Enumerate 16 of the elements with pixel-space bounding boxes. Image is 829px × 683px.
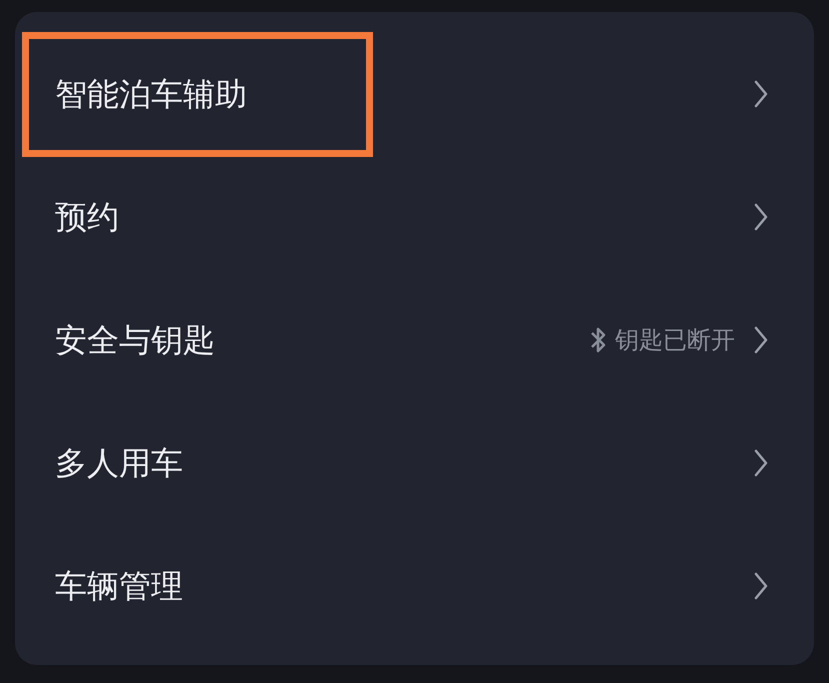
- menu-item[interactable]: 多人用车: [15, 401, 814, 524]
- menu-item[interactable]: 车辆管理: [15, 524, 814, 647]
- menu-item[interactable]: 安全与钥匙 钥匙已断开: [15, 278, 814, 401]
- menu-label: 车辆管理: [55, 566, 183, 606]
- chevron-right-icon: [753, 202, 769, 232]
- menu-label: 安全与钥匙: [55, 320, 215, 360]
- menu-label: 智能泊车辅助: [55, 74, 247, 114]
- menu-label: 多人用车: [55, 442, 183, 484]
- menu-item[interactable]: 预约: [15, 155, 814, 278]
- chevron-right-icon: [753, 570, 769, 600]
- chevron-right-icon: [753, 78, 769, 108]
- chevron-right-icon: [753, 324, 769, 354]
- chevron-right-icon: [753, 448, 769, 478]
- menu-label: 预约: [55, 196, 119, 238]
- status-text: 钥匙已断开: [615, 324, 735, 356]
- menu-item[interactable]: 智能泊车辅助: [15, 32, 814, 155]
